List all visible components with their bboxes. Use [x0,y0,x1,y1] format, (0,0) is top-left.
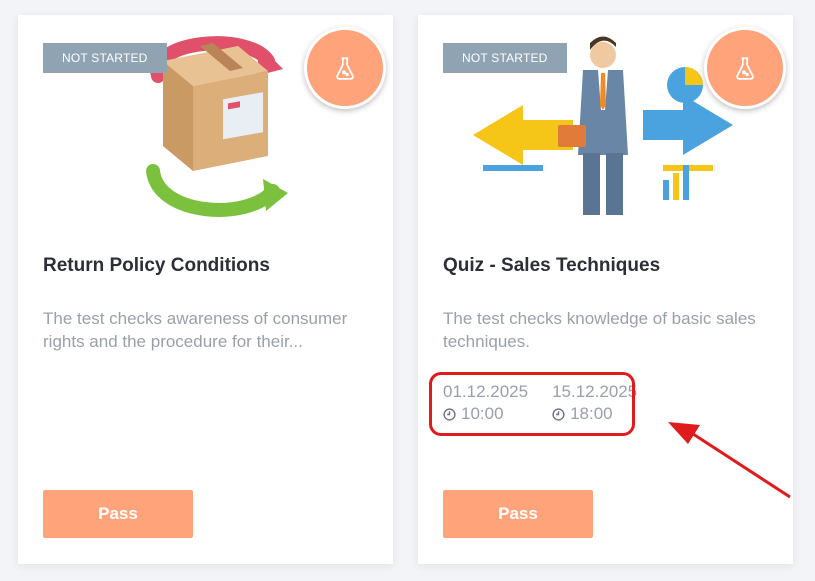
annotation-highlight-box [429,372,635,436]
test-card-sales-techniques[interactable]: NOT STARTED Quiz - Sales Techniques The … [418,15,793,564]
card-title: Return Policy Conditions [43,255,270,276]
pass-button[interactable]: Pass [443,490,593,538]
card-description: The test checks knowledge of basic sales… [443,309,756,351]
test-card-return-policy[interactable]: NOT STARTED Return Policy Conditions The… [18,15,393,564]
card-title: Quiz - Sales Techniques [443,255,661,276]
pass-button[interactable]: Pass [43,490,193,538]
flask-icon [304,27,386,109]
flask-icon [704,27,786,109]
card-description: The test checks awareness of consumer ri… [43,309,348,351]
status-badge: NOT STARTED [43,43,167,73]
status-badge: NOT STARTED [443,43,567,73]
